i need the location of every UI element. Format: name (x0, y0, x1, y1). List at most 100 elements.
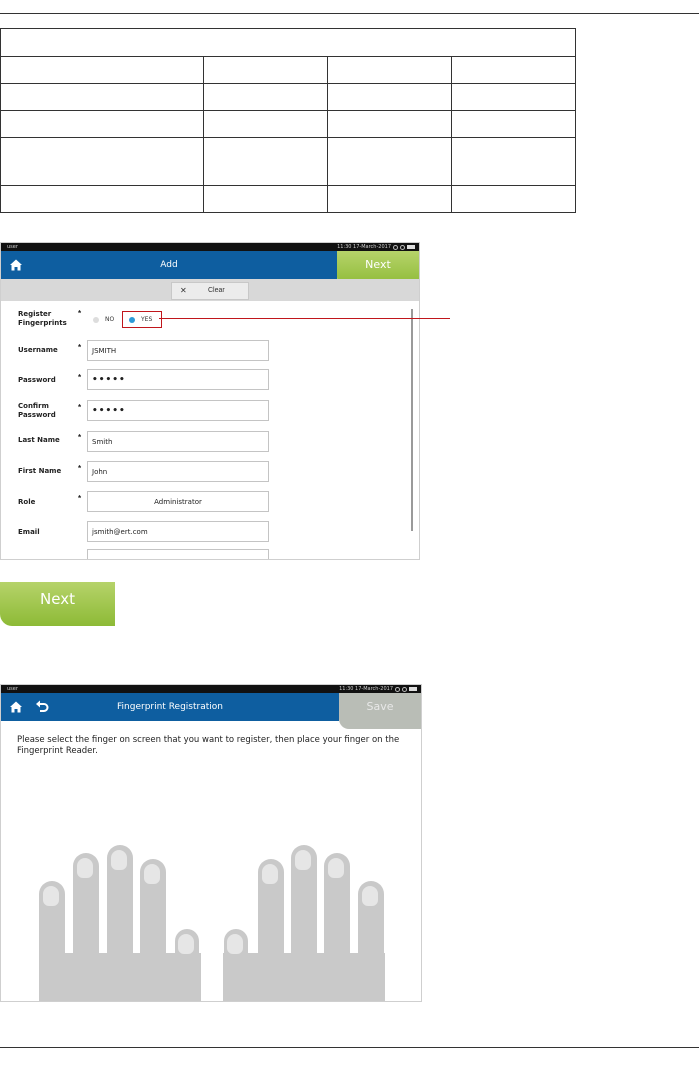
confirm-password-field[interactable]: ••••• (87, 400, 269, 421)
scrollbar[interactable] (411, 309, 413, 531)
nail (362, 886, 378, 906)
next-button-label: Next (40, 590, 75, 608)
nail (111, 850, 127, 870)
table-cell (451, 110, 576, 138)
right-ring-finger[interactable] (324, 853, 350, 957)
back-icon[interactable] (35, 700, 49, 714)
save-button[interactable]: Save (339, 693, 421, 729)
radio-no-label: NO (105, 316, 115, 323)
add-user-screen: user 11:30 17-March-2017 Add Next ✕ Clea… (0, 242, 420, 560)
required-marker: * (78, 373, 82, 382)
next-button-standalone[interactable]: Next (0, 582, 115, 626)
action-toolbar: ✕ Clear (1, 279, 419, 301)
left-middle-finger[interactable] (107, 845, 133, 957)
home-icon[interactable] (9, 700, 23, 714)
table-cell (327, 56, 452, 84)
confirm-password-label: Confirm Password (18, 402, 56, 419)
last-name-label: Last Name (18, 436, 60, 444)
header-rule (0, 13, 699, 14)
table-cell (327, 137, 452, 186)
status-clock: 11:30 17-March-2017 (337, 244, 391, 250)
required-marker: * (78, 403, 82, 412)
table-cell (0, 83, 204, 111)
table-cell (203, 56, 328, 84)
status-bar: user 11:30 17-March-2017 (1, 685, 421, 693)
status-icons (393, 245, 415, 250)
status-icons (395, 687, 417, 692)
nail (178, 934, 194, 954)
page-title: Fingerprint Registration (117, 702, 223, 712)
status-user: user (7, 686, 18, 692)
clear-button[interactable]: ✕ Clear (171, 282, 249, 300)
table-cell (451, 137, 576, 186)
clear-button-label: Clear (208, 287, 225, 294)
home-icon[interactable] (9, 258, 23, 272)
role-select[interactable]: Administrator (87, 491, 269, 512)
role-label: Role (18, 498, 36, 506)
required-marker: * (78, 464, 82, 473)
right-thumb[interactable] (224, 929, 248, 1001)
first-name-label: First Name (18, 467, 62, 475)
table-cell (451, 56, 576, 84)
yes-highlight-box (122, 311, 162, 328)
nail (227, 934, 243, 954)
fingerprint-screen: user 11:30 17-March-2017 Fingerprint Reg… (0, 684, 422, 1002)
table-cell (327, 185, 452, 213)
last-name-field[interactable]: Smith (87, 431, 269, 452)
username-field[interactable]: JSMITH (87, 340, 269, 361)
required-marker: * (78, 494, 82, 503)
close-icon: ✕ (180, 286, 187, 295)
table-cell (327, 110, 452, 138)
right-middle-finger[interactable] (291, 845, 317, 957)
status-user: user (7, 244, 18, 250)
required-marker: * (78, 309, 82, 318)
save-button-label: Save (366, 700, 394, 713)
register-fingerprints-label: Register Fingerprints (18, 310, 67, 327)
table-cell (203, 137, 328, 186)
required-marker: * (78, 433, 82, 442)
next-button-label: Next (365, 258, 391, 271)
email-label: Email (18, 528, 40, 536)
table-cell (0, 110, 204, 138)
password-field[interactable]: ••••• (87, 369, 269, 390)
table-cell (0, 28, 576, 57)
nail (295, 850, 311, 870)
table-cell (0, 137, 204, 186)
instructions-text: Please select the finger on screen that … (17, 735, 400, 756)
left-index-finger[interactable] (140, 859, 166, 957)
table-cell (203, 185, 328, 213)
nail (43, 886, 59, 906)
table-cell (203, 110, 328, 138)
status-clock: 11:30 17-March-2017 (339, 686, 393, 692)
right-index-finger[interactable] (258, 859, 284, 957)
radio-no-dot (93, 317, 99, 323)
nail (328, 858, 344, 878)
battery-icon (407, 245, 415, 249)
page-title: Add (160, 260, 178, 270)
email-field[interactable]: jsmith@ert.com (87, 521, 269, 542)
table-cell (451, 83, 576, 111)
nail (144, 864, 160, 884)
table-cell (0, 185, 204, 213)
required-marker: * (78, 343, 82, 352)
title-bar: Fingerprint Registration (1, 693, 339, 721)
next-field-partial[interactable] (87, 549, 269, 559)
footer-rule (0, 1047, 699, 1048)
left-thumb[interactable] (175, 929, 199, 1001)
callout-line (159, 318, 412, 319)
right-pinky-finger[interactable] (358, 881, 384, 957)
empty-table (0, 28, 576, 213)
battery-icon (409, 687, 417, 691)
left-ring-finger[interactable] (73, 853, 99, 957)
password-label: Password (18, 376, 56, 384)
nail (262, 864, 278, 884)
title-bar: Add (1, 251, 337, 279)
callout-line-end (412, 318, 450, 319)
nail (77, 858, 93, 878)
left-pinky-finger[interactable] (39, 881, 65, 957)
username-label: Username (18, 346, 58, 354)
table-cell (0, 56, 204, 84)
table-cell (203, 83, 328, 111)
status-bar: user 11:30 17-March-2017 (1, 243, 419, 251)
first-name-field[interactable]: John (87, 461, 269, 482)
